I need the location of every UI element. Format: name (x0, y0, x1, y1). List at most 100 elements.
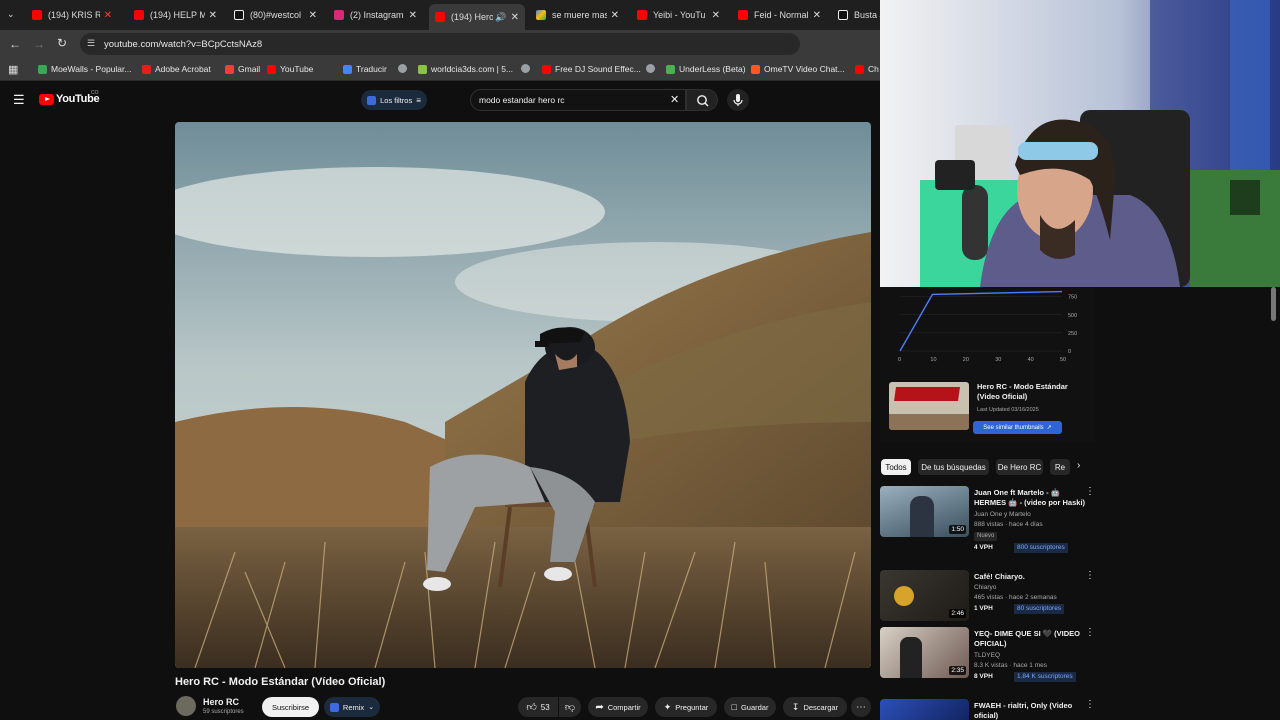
related-meta: 8.3 K vistas · hace 1 mes (974, 662, 1047, 669)
chip-label: De Hero RC (997, 462, 1042, 472)
chip-all[interactable]: Todos (881, 459, 911, 475)
google-drive-favicon-icon (536, 10, 546, 20)
url-text: youtube.com/watch?v=BCpCctsNAz8 (104, 39, 263, 50)
share-button[interactable]: ➦ Compartir (588, 697, 648, 717)
filters-button[interactable]: Los filtros ≡ (361, 90, 427, 110)
bookmark-item[interactable] (646, 64, 659, 73)
forward-icon[interactable]: → (33, 37, 45, 51)
remix-badge-icon (329, 702, 339, 712)
save-label: Guardar (740, 702, 769, 712)
bookmark-item[interactable]: Ch (855, 64, 879, 74)
more-vertical-icon[interactable]: ⋮ (1085, 486, 1095, 497)
close-tab-icon[interactable]: ✕ (712, 10, 720, 21)
apps-grid-icon[interactable]: ▦ (8, 63, 18, 76)
subscribe-button[interactable]: Suscribirse (262, 697, 319, 717)
video-player[interactable] (175, 122, 871, 668)
subscribe-label: Suscribirse (271, 702, 310, 712)
more-vertical-icon[interactable]: ⋮ (1085, 699, 1095, 710)
related-video-item[interactable]: 2:46 Café! Chiaryo. Chiaryo 465 vistas ·… (880, 570, 1100, 625)
menu-icon[interactable]: ☰ (13, 92, 25, 108)
tab-search-icon[interactable]: ⌄ (7, 9, 15, 20)
tab-title: (194) HELP ME (150, 10, 205, 20)
more-vertical-icon[interactable]: ⋮ (1085, 570, 1095, 581)
download-button[interactable]: ↧ Descargar (783, 697, 847, 717)
close-tab-icon[interactable]: ✕ (409, 10, 417, 21)
browser-tab[interactable]: se muere mas ✕ (530, 4, 625, 26)
browser-tab[interactable]: (80)#westcol ✕ (228, 4, 323, 26)
chip-from-searches[interactable]: De tus búsquedas (918, 459, 989, 475)
close-tab-icon[interactable]: ✕ (309, 10, 317, 21)
like-count: 53 (540, 702, 550, 712)
youtube-favicon-icon (738, 10, 748, 20)
bookmark-item[interactable] (521, 64, 534, 73)
browser-tab[interactable]: Busta Ji (832, 4, 880, 26)
bookmark-item[interactable] (398, 64, 411, 73)
browser-tab[interactable]: (194) KRIS R ✕ (26, 4, 118, 26)
subs-stat: 800 suscriptores (1014, 543, 1068, 553)
related-video-item[interactable]: FWAEH - rialtri, Only (Video oficial) ⋮ (880, 699, 1100, 720)
chevron-down-icon: ⌄ (368, 704, 375, 711)
voice-search-button[interactable] (727, 89, 749, 111)
scrollbar-thumb[interactable] (1271, 287, 1276, 321)
chip-label: Re (1054, 462, 1066, 472)
browser-tab[interactable]: Yeibi - YouTu ✕ (631, 4, 726, 26)
bookmark-item[interactable]: UnderLess (Beta) (666, 64, 746, 74)
related-thumbnail[interactable]: 2:46 (880, 570, 969, 621)
dislike-button[interactable]: 👎︎ (559, 697, 581, 717)
related-video-item[interactable]: 1:50 Juan One ft Martelo - 🤖 HERMES 🤖 - … (880, 486, 1100, 566)
chip-related[interactable]: Re (1050, 459, 1070, 475)
vph-stat: 1 VPH (974, 605, 993, 612)
clear-search-icon[interactable]: ✕ (670, 93, 679, 106)
new-badge: Nuevo (974, 532, 998, 541)
bookmark-item[interactable]: Free DJ Sound Effec... (542, 64, 641, 74)
search-button[interactable] (686, 89, 718, 111)
speaker-icon[interactable]: 🔊 (495, 12, 506, 23)
bookmark-item[interactable]: Gmail (225, 64, 260, 74)
related-thumbnail[interactable] (880, 699, 969, 720)
site-info-icon[interactable]: ☰ (87, 38, 95, 49)
browser-tab[interactable]: Feid - Normal ✕ (732, 4, 827, 26)
channel-avatar[interactable] (176, 696, 196, 716)
thumbnail-ground (889, 414, 969, 430)
close-tab-icon[interactable]: ✕ (813, 10, 821, 21)
similar-thumbnails-button[interactable]: See similar thumbnails ↗ (973, 421, 1062, 434)
more-vertical-icon[interactable]: ⋮ (1085, 627, 1095, 638)
bookmark-item[interactable]: YouTube (267, 64, 313, 74)
webcam-overlay (880, 0, 1280, 287)
search-input-text: modo estandar hero rc (479, 95, 565, 105)
bookmark-item[interactable]: worldcia3ds.com | 5... (418, 64, 513, 74)
youtube-favicon-icon (637, 10, 647, 20)
close-tab-icon[interactable]: ✕ (611, 10, 619, 21)
save-button[interactable]: □ Guardar (724, 697, 776, 717)
close-tab-icon[interactable]: ✕ (104, 10, 112, 21)
youtube-logo-icon[interactable] (39, 94, 54, 105)
browser-tab[interactable]: (194) HELP ME ✕ (128, 4, 223, 26)
bookmark-item[interactable]: MoeWalls - Popular... (38, 64, 131, 74)
bookmark-item[interactable]: OmeTV Video Chat... (751, 64, 845, 74)
related-channel: Juan One y Martelo (974, 511, 1031, 518)
remix-button[interactable]: Remix ⌄ (324, 697, 380, 717)
reload-icon[interactable]: ↻ (57, 36, 67, 50)
close-tab-icon[interactable]: ✕ (209, 10, 217, 21)
vph-stat: 8 VPH (974, 673, 993, 680)
chips-next-icon[interactable]: › (1077, 460, 1080, 471)
card-thumbnail[interactable] (889, 382, 969, 430)
more-actions-button[interactable]: ⋯ (851, 697, 871, 717)
chip-from-channel[interactable]: De Hero RC (996, 459, 1043, 475)
related-thumbnail[interactable]: 2:35 (880, 627, 969, 678)
back-icon[interactable]: ← (9, 37, 21, 51)
related-thumbnail[interactable]: 1:50 (880, 486, 969, 537)
bookmark-item[interactable]: Adobe Acrobat (142, 64, 211, 74)
related-video-item[interactable]: 2:35 YEQ- DIME QUE SI 🖤 (VIDEO OFICIAL) … (880, 627, 1100, 687)
video-frame-image (175, 122, 871, 668)
instagram-favicon-icon (334, 10, 344, 20)
channel-name[interactable]: Hero RC (203, 697, 239, 707)
close-tab-icon[interactable]: ✕ (511, 12, 519, 23)
ask-button[interactable]: ✦ Preguntar (655, 697, 717, 717)
browser-tab-active[interactable]: (194) Hero 🔊 ✕ (429, 4, 525, 30)
bookmark-item[interactable]: Traducir (343, 64, 387, 74)
search-icon (697, 95, 709, 107)
browser-tab[interactable]: (2) Instagram ✕ (328, 4, 423, 26)
like-button[interactable]: 👍︎ 53 (518, 697, 558, 717)
share-icon: ➦ (595, 701, 604, 713)
